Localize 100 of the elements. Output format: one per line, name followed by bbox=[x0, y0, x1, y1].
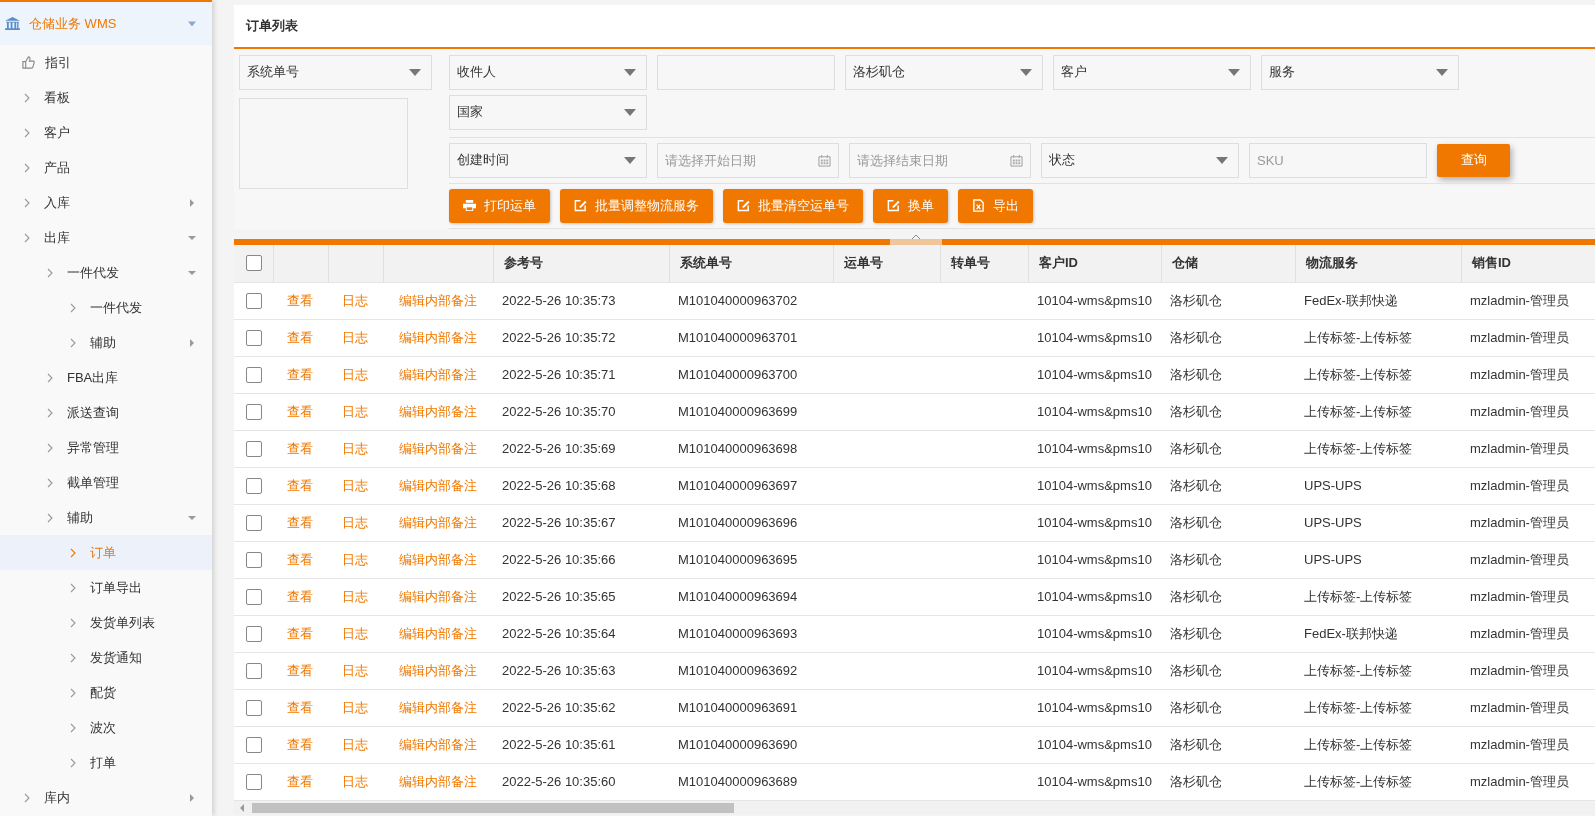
row-action-link[interactable]: 日志 bbox=[342, 661, 368, 680]
row-action-link[interactable]: 编辑内部备注 bbox=[399, 513, 477, 532]
sidebar-item[interactable]: 辅助 bbox=[0, 500, 212, 535]
row-checkbox[interactable] bbox=[246, 736, 262, 753]
row-action-link[interactable]: 日志 bbox=[342, 439, 368, 458]
row-checkbox[interactable] bbox=[246, 625, 262, 642]
sidebar-item[interactable]: 打单 bbox=[0, 745, 212, 780]
sidebar-item[interactable]: 入库 bbox=[0, 185, 212, 220]
sidebar-item[interactable]: 产品 bbox=[0, 150, 212, 185]
sidebar-item[interactable]: 发货单列表 bbox=[0, 605, 212, 640]
row-action-link[interactable]: 日志 bbox=[342, 365, 368, 384]
action-button[interactable]: 批量调整物流服务 bbox=[560, 188, 713, 223]
action-button[interactable]: 打印运单 bbox=[449, 188, 550, 223]
sidebar-item[interactable]: 截单管理 bbox=[0, 465, 212, 500]
date-field[interactable]: 请选择开始日期 bbox=[657, 142, 839, 178]
search-type-select[interactable]: 系统单号 bbox=[239, 54, 432, 90]
row-action-link[interactable]: 日志 bbox=[342, 735, 368, 754]
row-action-link[interactable]: 编辑内部备注 bbox=[399, 587, 477, 606]
row-action-link[interactable]: 查看 bbox=[287, 587, 313, 606]
row-checkbox[interactable] bbox=[246, 366, 262, 383]
filter-select[interactable]: 国家 bbox=[449, 94, 647, 130]
row-checkbox[interactable] bbox=[246, 403, 262, 420]
sidebar-item[interactable]: 订单导出 bbox=[0, 570, 212, 605]
sidebar-item[interactable]: 配货 bbox=[0, 675, 212, 710]
row-checkbox[interactable] bbox=[246, 514, 262, 531]
sidebar-item[interactable]: 客户 bbox=[0, 115, 212, 150]
row-checkbox[interactable] bbox=[246, 477, 262, 494]
sidebar-item[interactable]: 库内 bbox=[0, 780, 212, 815]
row-action-link[interactable]: 查看 bbox=[287, 661, 313, 680]
row-action-link[interactable]: 查看 bbox=[287, 735, 313, 754]
row-action-link[interactable]: 查看 bbox=[287, 476, 313, 495]
row-action-link[interactable]: 日志 bbox=[342, 587, 368, 606]
row-action-link[interactable]: 编辑内部备注 bbox=[399, 624, 477, 643]
filter-select[interactable]: 创建时间 bbox=[449, 142, 647, 178]
row-checkbox[interactable] bbox=[246, 699, 262, 716]
sidebar-item[interactable]: 看板 bbox=[0, 80, 212, 115]
sidebar-item[interactable]: 波次 bbox=[0, 710, 212, 745]
sidebar-item[interactable]: 发货通知 bbox=[0, 640, 212, 675]
scroll-left-icon[interactable] bbox=[239, 803, 245, 812]
search-text-field[interactable] bbox=[239, 97, 408, 189]
row-action-link[interactable]: 编辑内部备注 bbox=[399, 365, 477, 384]
row-action-link[interactable]: 日志 bbox=[342, 476, 368, 495]
filter-select[interactable]: 收件人 bbox=[449, 54, 647, 90]
sidebar-item[interactable]: 辅助 bbox=[0, 325, 212, 360]
action-button[interactable]: 导出 bbox=[958, 188, 1033, 223]
sidebar-item[interactable]: 派送查询 bbox=[0, 395, 212, 430]
row-action-link[interactable]: 查看 bbox=[287, 513, 313, 532]
row-action-link[interactable]: 日志 bbox=[342, 291, 368, 310]
row-action-link[interactable]: 编辑内部备注 bbox=[399, 439, 477, 458]
select-all-checkbox[interactable] bbox=[245, 255, 262, 272]
row-action-link[interactable]: 日志 bbox=[342, 513, 368, 532]
row-action-link[interactable]: 日志 bbox=[342, 772, 368, 791]
action-button[interactable]: 批量清空运单号 bbox=[723, 188, 863, 223]
row-action-link[interactable]: 查看 bbox=[287, 624, 313, 643]
row-action-link[interactable]: 查看 bbox=[287, 772, 313, 791]
row-action-link[interactable]: 查看 bbox=[287, 402, 313, 421]
row-checkbox[interactable] bbox=[246, 662, 262, 679]
row-checkbox[interactable] bbox=[246, 773, 262, 790]
filter-select[interactable]: 客户 bbox=[1053, 54, 1251, 90]
sidebar-header[interactable]: 仓储业务 WMS bbox=[0, 2, 212, 45]
row-checkbox[interactable] bbox=[246, 329, 262, 346]
action-button[interactable]: 换单 bbox=[873, 188, 948, 223]
row-action-link[interactable]: 日志 bbox=[342, 402, 368, 421]
filter-input[interactable] bbox=[657, 54, 835, 90]
row-action-link[interactable]: 编辑内部备注 bbox=[399, 402, 477, 421]
row-checkbox[interactable] bbox=[246, 440, 262, 457]
row-action-link[interactable]: 编辑内部备注 bbox=[399, 328, 477, 347]
sidebar-item[interactable]: 一件代发 bbox=[0, 255, 212, 290]
row-action-link[interactable]: 编辑内部备注 bbox=[399, 735, 477, 754]
filter-input[interactable]: SKU bbox=[1249, 142, 1427, 178]
row-action-link[interactable]: 查看 bbox=[287, 291, 313, 310]
row-action-link[interactable]: 查看 bbox=[287, 328, 313, 347]
row-checkbox[interactable] bbox=[246, 588, 262, 605]
sidebar-item[interactable]: 一件代发 bbox=[0, 290, 212, 325]
row-action-link[interactable]: 查看 bbox=[287, 550, 313, 569]
row-action-link[interactable]: 日志 bbox=[342, 698, 368, 717]
filter-select[interactable]: 服务 bbox=[1261, 54, 1459, 90]
row-action-link[interactable]: 编辑内部备注 bbox=[399, 476, 477, 495]
row-action-link[interactable]: 编辑内部备注 bbox=[399, 291, 477, 310]
sidebar-item[interactable]: FBA出库 bbox=[0, 360, 212, 395]
row-action-link[interactable]: 查看 bbox=[287, 439, 313, 458]
row-checkbox[interactable] bbox=[246, 292, 262, 309]
sidebar-item[interactable]: 指引 bbox=[0, 45, 212, 80]
query-button[interactable]: 查询 bbox=[1437, 143, 1510, 177]
row-action-link[interactable]: 编辑内部备注 bbox=[399, 550, 477, 569]
row-action-link[interactable]: 日志 bbox=[342, 550, 368, 569]
row-action-link[interactable]: 编辑内部备注 bbox=[399, 772, 477, 791]
sidebar-item[interactable]: 异常管理 bbox=[0, 430, 212, 465]
row-action-link[interactable]: 日志 bbox=[342, 624, 368, 643]
filter-select[interactable]: 洛杉矶仓 bbox=[845, 54, 1043, 90]
sidebar-item[interactable]: 出库 bbox=[0, 220, 212, 255]
row-checkbox[interactable] bbox=[246, 551, 262, 568]
row-action-link[interactable]: 日志 bbox=[342, 328, 368, 347]
filter-select[interactable]: 状态 bbox=[1041, 142, 1239, 178]
row-action-link[interactable]: 查看 bbox=[287, 365, 313, 384]
row-action-link[interactable]: 编辑内部备注 bbox=[399, 698, 477, 717]
sidebar-item[interactable]: 订单 bbox=[0, 535, 212, 570]
date-field[interactable]: 请选择结束日期 bbox=[849, 142, 1031, 178]
row-action-link[interactable]: 查看 bbox=[287, 698, 313, 717]
row-action-link[interactable]: 编辑内部备注 bbox=[399, 661, 477, 680]
